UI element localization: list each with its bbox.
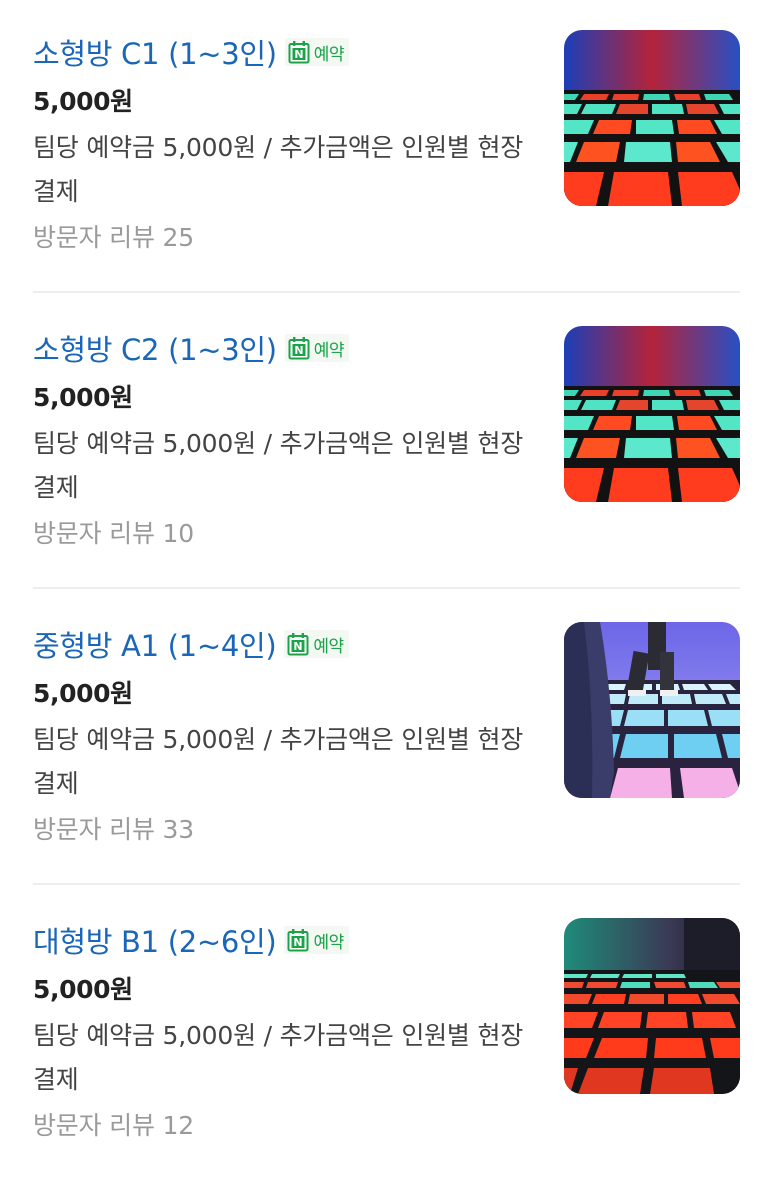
review-count[interactable]: 방문자 리뷰 25 bbox=[33, 218, 194, 254]
room-list: 소형방 C1 (1~3인) N 예약 5,000원 팀당 예약금 5,000원 … bbox=[0, 0, 773, 1168]
reservation-label: 예약 bbox=[313, 340, 345, 361]
naver-calendar-icon: N bbox=[287, 928, 309, 952]
price: 5,000원 bbox=[33, 975, 133, 1004]
list-item[interactable]: 소형방 C1 (1~3인) N 예약 5,000원 팀당 예약금 5,000원 … bbox=[0, 0, 773, 295]
reservation-badge[interactable]: N 예약 bbox=[284, 630, 349, 658]
reservation-badge[interactable]: N 예약 bbox=[284, 926, 349, 954]
list-item[interactable]: 소형방 C2 (1~3인) N 예약 5,000원 팀당 예약금 5,000원 … bbox=[0, 296, 773, 591]
svg-text:N: N bbox=[294, 344, 303, 357]
room-title[interactable]: 소형방 C1 (1~3인) bbox=[33, 31, 277, 73]
list-item[interactable]: 중형방 A1 (1~4인) N 예약 5,000원 팀당 예약금 5,000원 … bbox=[0, 592, 773, 887]
reservation-badge[interactable]: N 예약 bbox=[284, 38, 350, 66]
price: 5,000원 bbox=[33, 383, 133, 412]
description: 팀당 예약금 5,000원 / 추가금액은 인원별 현장결제 bbox=[33, 133, 524, 206]
divider bbox=[33, 587, 740, 589]
reservation-badge[interactable]: N 예약 bbox=[284, 334, 350, 362]
naver-calendar-icon: N bbox=[288, 40, 310, 64]
room-thumbnail[interactable] bbox=[564, 622, 740, 798]
divider bbox=[33, 883, 740, 885]
title-row: 소형방 C2 (1~3인) N 예약 bbox=[33, 326, 350, 370]
price: 5,000원 bbox=[33, 87, 133, 116]
review-count[interactable]: 방문자 리뷰 12 bbox=[33, 1106, 194, 1142]
naver-calendar-icon: N bbox=[288, 336, 310, 360]
review-count[interactable]: 방문자 리뷰 10 bbox=[33, 514, 194, 550]
room-thumbnail[interactable] bbox=[564, 918, 740, 1094]
reservation-label: 예약 bbox=[313, 44, 345, 65]
list-item[interactable]: 대형방 B1 (2~6인) N 예약 5,000원 팀당 예약금 5,000원 … bbox=[0, 888, 773, 1183]
reservation-label: 예약 bbox=[313, 932, 344, 953]
description: 팀당 예약금 5,000원 / 추가금액은 인원별 현장결제 bbox=[33, 725, 524, 798]
title-row: 소형방 C1 (1~3인) N 예약 bbox=[33, 30, 350, 74]
title-row: 중형방 A1 (1~4인) N 예약 bbox=[33, 622, 349, 666]
svg-text:N: N bbox=[294, 48, 303, 61]
review-count[interactable]: 방문자 리뷰 33 bbox=[33, 810, 194, 846]
svg-text:N: N bbox=[294, 640, 303, 653]
reservation-label: 예약 bbox=[313, 636, 344, 657]
naver-calendar-icon: N bbox=[287, 632, 309, 656]
room-title[interactable]: 소형방 C2 (1~3인) bbox=[33, 327, 277, 369]
title-row: 대형방 B1 (2~6인) N 예약 bbox=[33, 918, 349, 962]
svg-text:N: N bbox=[294, 936, 303, 949]
room-thumbnail[interactable] bbox=[564, 326, 740, 502]
description: 팀당 예약금 5,000원 / 추가금액은 인원별 현장결제 bbox=[33, 429, 524, 502]
description: 팀당 예약금 5,000원 / 추가금액은 인원별 현장결제 bbox=[33, 1021, 524, 1094]
price: 5,000원 bbox=[33, 679, 133, 708]
room-title[interactable]: 대형방 B1 (2~6인) bbox=[33, 919, 277, 961]
room-thumbnail[interactable] bbox=[564, 30, 740, 206]
divider bbox=[33, 291, 740, 293]
room-title[interactable]: 중형방 A1 (1~4인) bbox=[33, 623, 277, 665]
